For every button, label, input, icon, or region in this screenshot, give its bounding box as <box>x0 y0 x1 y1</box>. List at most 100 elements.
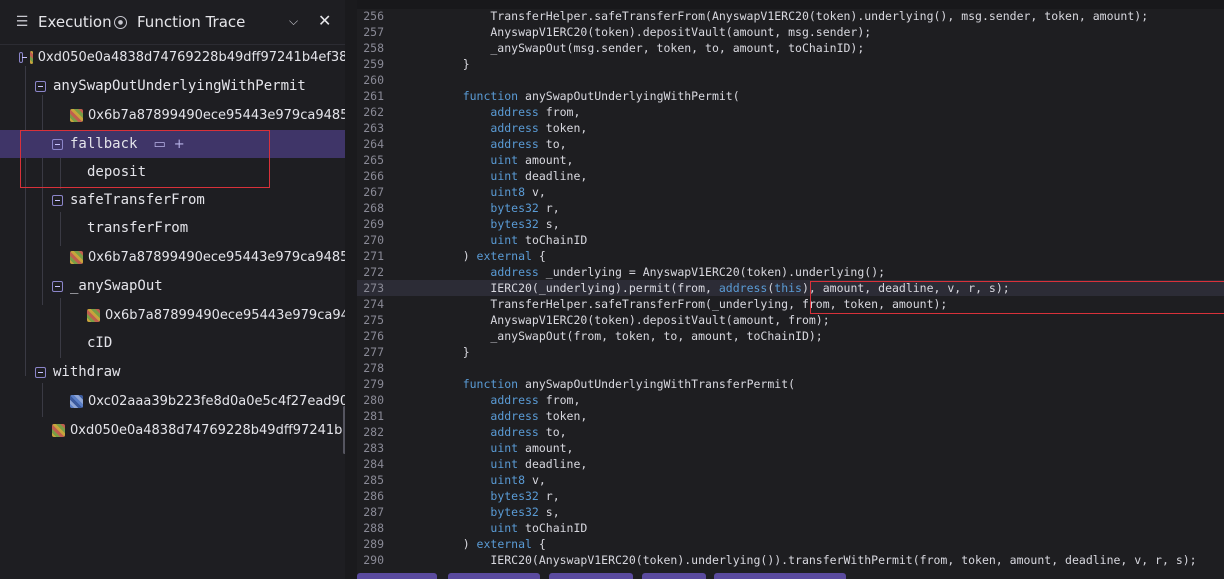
code-line: _anySwapOut(msg.sender, token, to, amoun… <box>435 41 865 55</box>
panel-tabbar: ☰ Execution ● Function Trace ⌵ ✕ <box>0 0 345 45</box>
line-number: 284 <box>363 457 384 471</box>
tree-row[interactable]: safeTransferFrom <box>0 186 345 214</box>
editor-top-shadow <box>357 0 1224 9</box>
line-number: 270 <box>363 233 384 247</box>
code-line: address _underlying = AnyswapV1ERC20(tok… <box>490 265 886 279</box>
code-line: uint deadline, <box>490 169 588 183</box>
code-line: address from, <box>490 105 581 119</box>
tree-row-label: 0x6b7a87899490ece95443e979ca9485cbe7 <box>88 249 345 265</box>
code-line: ) external { <box>435 537 546 551</box>
target-icon: ● <box>114 15 127 29</box>
code-line: } <box>435 345 470 359</box>
tab-function-trace[interactable]: ● Function Trace <box>114 0 245 44</box>
tab-execution[interactable]: ☰ Execution <box>14 0 112 44</box>
tab-execution-label: Execution <box>38 13 112 31</box>
tree-row[interactable]: withdraw <box>0 358 345 386</box>
code-line: uint8 v, <box>490 473 546 487</box>
line-number: 261 <box>363 89 384 103</box>
collapse-icon[interactable] <box>52 194 63 206</box>
line-number: 268 <box>363 201 384 215</box>
line-number: 281 <box>363 409 384 423</box>
contract-icon <box>87 308 100 322</box>
code-line: uint amount, <box>490 441 574 455</box>
tree-row[interactable]: 0x6b7a87899490ece95443e979ca9485cbe7 <box>0 101 345 129</box>
list-icon: ☰ <box>15 14 29 30</box>
tree-row[interactable]: 0xc02aaa39b223fe8d0a0e5c4f27ead9083c7 <box>0 387 345 415</box>
line-number: 258 <box>363 41 384 55</box>
tree-row-label: withdraw <box>53 364 121 380</box>
line-number: 260 <box>363 73 384 87</box>
code-line: function anySwapOutUnderlyingWithTransfe… <box>462 377 796 391</box>
line-number: 272 <box>363 265 384 279</box>
tree-row-label: cID <box>87 335 113 351</box>
bottom-panel-button[interactable] <box>642 573 706 579</box>
highlight-box <box>20 130 270 188</box>
bottom-panel-button[interactable] <box>357 573 437 579</box>
line-number: 276 <box>363 329 384 343</box>
line-number: 274 <box>363 297 384 311</box>
tree-row[interactable]: 0xd050e0a4838d74769228b49dff97241b4ef380… <box>0 43 345 71</box>
contract-icon <box>29 50 33 64</box>
code-line: } <box>435 57 470 71</box>
line-number: 290 <box>363 553 384 567</box>
contract-icon <box>52 423 65 437</box>
collapse-icon[interactable] <box>52 280 63 292</box>
tree-row[interactable]: cID <box>0 329 345 357</box>
code-line: uint toChainID <box>490 233 588 247</box>
line-number: 287 <box>363 505 384 519</box>
collapse-icon[interactable] <box>19 51 27 63</box>
code-line: address token, <box>490 409 588 423</box>
tree-row[interactable]: _anySwapOut <box>0 272 345 300</box>
code-line: uint toChainID <box>490 521 588 535</box>
collapse-icon[interactable] <box>35 80 46 92</box>
line-number: 280 <box>363 393 384 407</box>
line-number: 288 <box>363 521 384 535</box>
tree-row-label: anySwapOutUnderlyingWithPermit <box>53 78 306 94</box>
code-line: address to, <box>490 137 567 151</box>
close-icon[interactable]: ✕ <box>318 11 331 30</box>
code-line: AnyswapV1ERC20(token).depositVault(amoun… <box>435 25 872 39</box>
line-number: 271 <box>363 249 384 263</box>
line-number: 269 <box>363 217 384 231</box>
code-line: address to, <box>490 425 567 439</box>
code-line: _anySwapOut(from, token, to, amount, toC… <box>435 329 823 343</box>
panel-divider[interactable] <box>345 0 357 579</box>
line-number: 267 <box>363 185 384 199</box>
bottom-panel-button[interactable] <box>714 573 846 579</box>
code-line: TransferHelper.safeTransferFrom(AnyswapV… <box>435 9 1149 23</box>
line-number: 264 <box>363 137 384 151</box>
code-line: function anySwapOutUnderlyingWithPermit( <box>462 89 740 103</box>
tree-row[interactable]: transferFrom <box>0 214 345 242</box>
tree-row-label: 0x6b7a87899490ece95443e979ca9485cbe7 <box>88 107 345 123</box>
tree-row[interactable]: 0x6b7a87899490ece95443e979ca9485c <box>0 301 345 329</box>
code-line: uint8 v, <box>490 185 546 199</box>
tree-row-label: 0xd050e0a4838d74769228b49dff97241b4ef38 <box>70 422 345 438</box>
line-number: 266 <box>363 169 384 183</box>
code-line: AnyswapV1ERC20(token).depositVault(amoun… <box>435 313 830 327</box>
bottom-panel-button[interactable] <box>448 573 540 579</box>
tree-row[interactable]: anySwapOutUnderlyingWithPermit <box>0 72 345 100</box>
tree-row-label: _anySwapOut <box>70 278 163 294</box>
code-line: address token, <box>490 121 588 135</box>
collapse-icon[interactable] <box>35 366 46 378</box>
contract-icon <box>70 250 83 264</box>
tree-row[interactable]: 0xd050e0a4838d74769228b49dff97241b4ef38 <box>0 416 345 444</box>
chevron-down-icon[interactable]: ⌵ <box>289 14 298 29</box>
code-line: bytes32 s, <box>490 217 560 231</box>
code-line: uint amount, <box>490 153 574 167</box>
tree-row[interactable]: 0x6b7a87899490ece95443e979ca9485cbe7 <box>0 243 345 271</box>
line-number: 265 <box>363 153 384 167</box>
highlight-box <box>810 281 1224 314</box>
line-number: 275 <box>363 313 384 327</box>
line-number: 273 <box>363 281 384 295</box>
tree-row-label: 0xc02aaa39b223fe8d0a0e5c4f27ead9083c7 <box>88 393 345 409</box>
line-number: 286 <box>363 489 384 503</box>
code-line: IERC20(AnyswapV1ERC20(token).underlying(… <box>435 553 1197 567</box>
line-number: 289 <box>363 537 384 551</box>
code-line: ) external { <box>435 249 546 263</box>
tree-row-label: transferFrom <box>87 220 189 236</box>
bottom-panel-button[interactable] <box>549 573 633 579</box>
line-number: 277 <box>363 345 384 359</box>
code-line: uint deadline, <box>490 457 588 471</box>
contract-icon <box>70 108 83 122</box>
